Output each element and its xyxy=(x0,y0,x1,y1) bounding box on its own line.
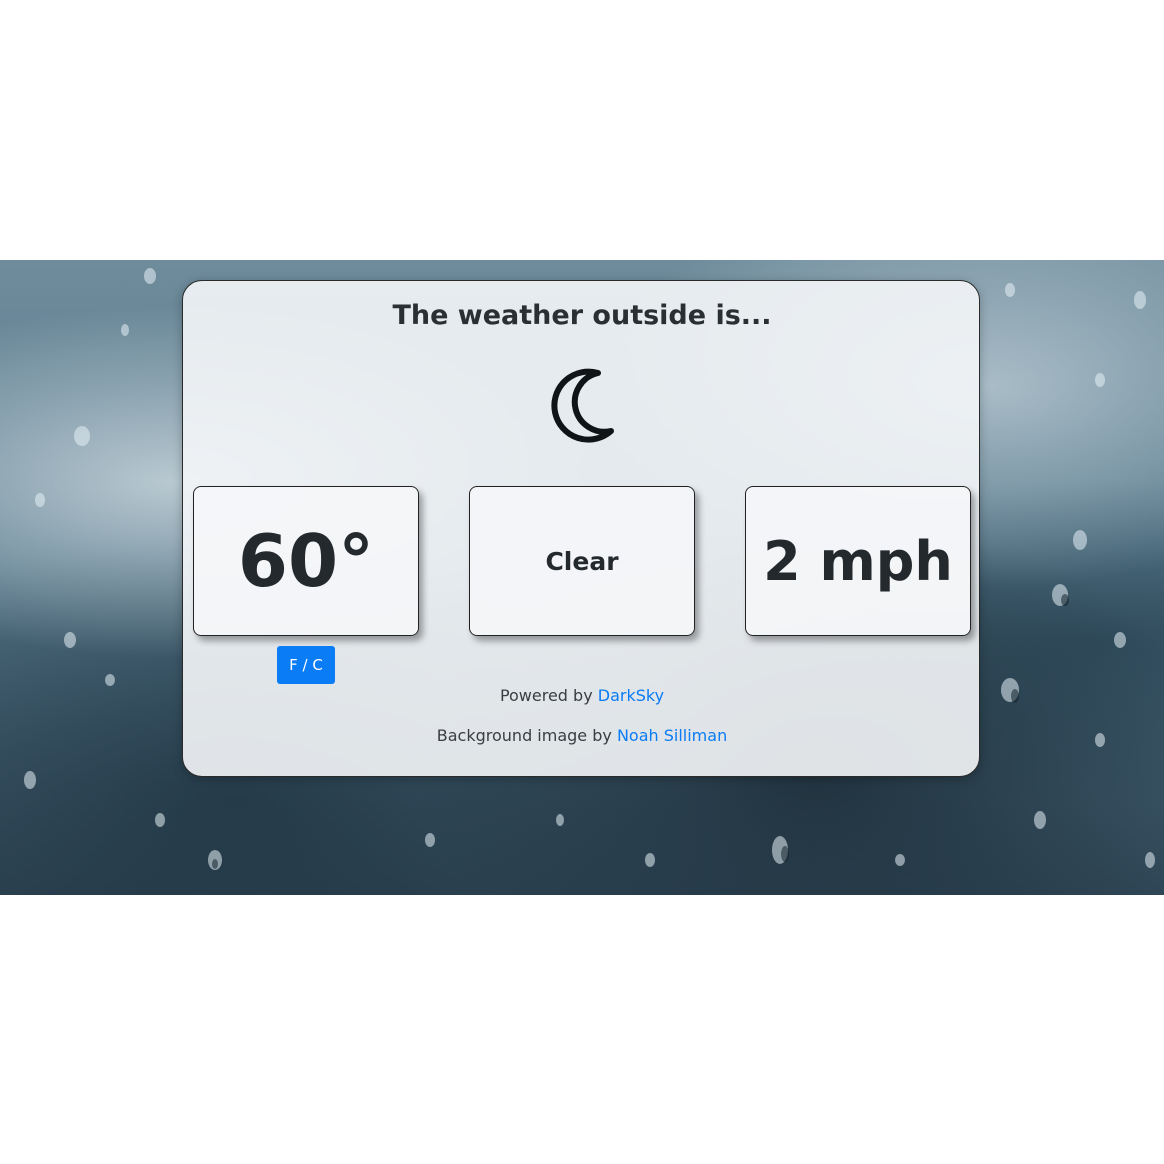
condition-tile: Clear xyxy=(469,486,695,636)
unit-toggle-button[interactable]: F / C xyxy=(277,646,335,684)
wind-tile: 2 mph xyxy=(745,486,971,636)
moon-icon xyxy=(551,368,614,443)
temperature-value: 60° xyxy=(237,519,375,603)
powered-by-credit: Powered by DarkSky xyxy=(0,686,1164,705)
powered-by-label: Powered by xyxy=(499,686,593,705)
condition-value: Clear xyxy=(545,546,619,576)
page-title: The weather outside is... xyxy=(392,300,772,331)
darksky-link[interactable]: DarkSky xyxy=(598,686,664,705)
temperature-tile: 60° xyxy=(193,486,419,636)
background-credit-label: Background image by xyxy=(436,726,612,745)
photographer-link[interactable]: Noah Silliman xyxy=(617,726,727,745)
background-credit: Background image by Noah Silliman xyxy=(0,726,1164,745)
wind-value: 2 mph xyxy=(763,529,953,593)
